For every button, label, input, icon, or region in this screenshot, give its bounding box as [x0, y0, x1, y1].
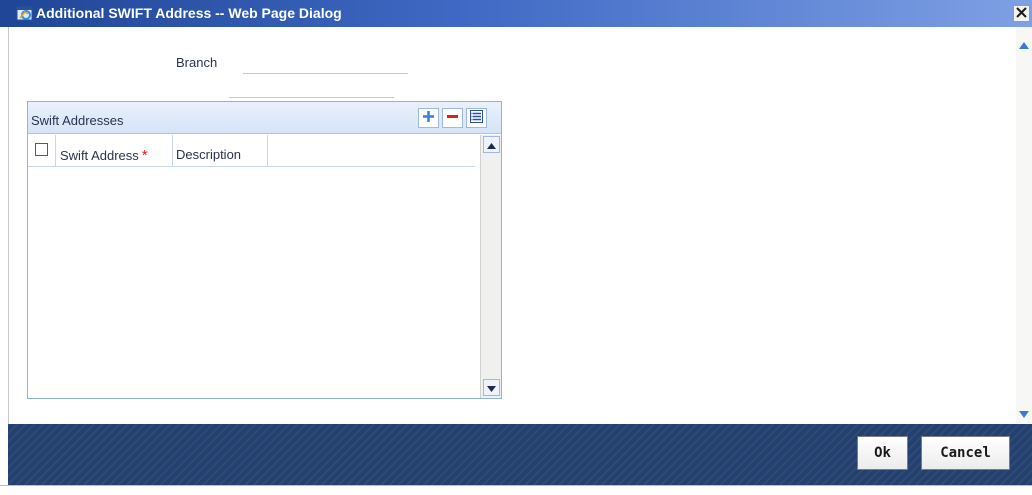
- delete-row-button[interactable]: [442, 108, 463, 128]
- title-bar: Additional SWIFT Address -- Web Page Dia…: [0, 0, 1032, 27]
- column-description[interactable]: Description: [176, 147, 241, 162]
- column-separator: [55, 135, 56, 167]
- grid-scroll-up-button[interactable]: [483, 136, 500, 153]
- page-scroll-up-button[interactable]: [1017, 37, 1031, 51]
- column-separator: [172, 135, 173, 167]
- list-view-icon: [470, 110, 483, 126]
- status-strip: [0, 485, 1032, 495]
- plus-icon: [422, 110, 435, 126]
- ie-dialog-icon: [16, 4, 34, 22]
- branch-label: Branch: [176, 55, 218, 70]
- add-row-button[interactable]: [418, 108, 439, 128]
- page-scrollbar[interactable]: [1016, 27, 1032, 424]
- triangle-down-icon: [1019, 406, 1029, 421]
- column-swift-address[interactable]: Swift Address *: [60, 147, 148, 164]
- close-icon: [1016, 6, 1027, 21]
- select-all-checkbox[interactable]: [35, 143, 48, 156]
- branch-description-field: [229, 97, 394, 98]
- triangle-up-icon: [487, 137, 496, 152]
- dialog-footer: Ok Cancel: [8, 424, 1032, 485]
- cancel-button[interactable]: Cancel: [921, 436, 1010, 470]
- minus-icon: [446, 110, 459, 126]
- grid-column-header: Swift Address * Description: [28, 135, 475, 167]
- grid-scrollbar[interactable]: [480, 135, 501, 398]
- page-scroll-down-button[interactable]: [1017, 406, 1031, 420]
- grid-scroll-down-button[interactable]: [483, 379, 500, 396]
- triangle-up-icon: [1019, 37, 1029, 52]
- ok-button[interactable]: Ok: [857, 436, 908, 470]
- left-edge: [0, 27, 8, 424]
- grid-header: Swift Addresses: [28, 102, 501, 134]
- single-view-button[interactable]: [466, 108, 487, 128]
- column-separator: [267, 135, 268, 167]
- branch-field[interactable]: [243, 73, 408, 74]
- grid-title: Swift Addresses: [31, 113, 124, 128]
- required-marker: *: [141, 147, 148, 164]
- triangle-down-icon: [487, 380, 496, 395]
- column-swift-address-label: Swift Address: [60, 148, 139, 163]
- window-title: Additional SWIFT Address -- Web Page Dia…: [36, 5, 342, 21]
- close-button[interactable]: [1013, 5, 1030, 22]
- swift-addresses-grid: Swift Addresses Swift Address * Descript…: [27, 101, 502, 399]
